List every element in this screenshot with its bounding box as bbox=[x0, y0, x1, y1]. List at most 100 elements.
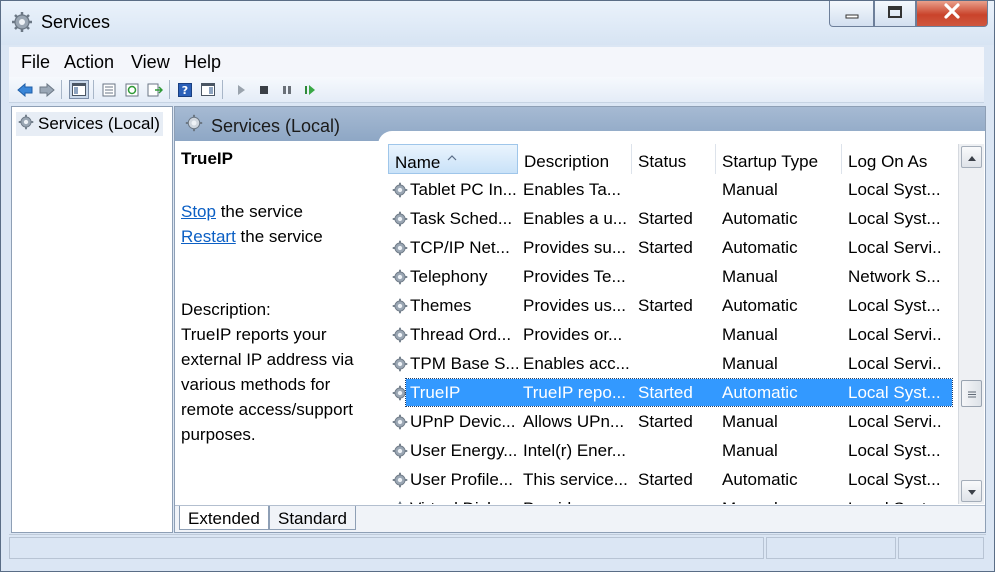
help-icon[interactable]: ? bbox=[175, 80, 195, 99]
service-description-cell: TrueIP repo... bbox=[523, 383, 626, 402]
service-startup-type-cell: Automatic bbox=[722, 296, 798, 315]
status-bar bbox=[9, 534, 986, 562]
properties-icon[interactable] bbox=[99, 80, 119, 99]
service-startup-type-cell: Automatic bbox=[722, 238, 798, 257]
tab-extended[interactable]: Extended bbox=[179, 506, 269, 530]
scroll-down-button[interactable] bbox=[961, 480, 982, 502]
title-bar[interactable]: Services bbox=[1, 1, 994, 45]
service-startup-type-cell: Automatic bbox=[722, 209, 798, 228]
table-row[interactable]: Task Sched... Enables a u... Started Automa… bbox=[388, 205, 955, 234]
close-icon bbox=[943, 3, 961, 24]
toolbar: ? bbox=[9, 77, 984, 103]
table-row[interactable]: User Profile... This service... Started Aut… bbox=[388, 466, 955, 495]
back-arrow-icon[interactable] bbox=[15, 80, 35, 99]
tab-standard[interactable]: Standard bbox=[269, 506, 356, 530]
stop-link-suffix: the service bbox=[215, 202, 303, 221]
table-row[interactable]: Virtual Disk Provides m... Manual Local Sys… bbox=[388, 495, 955, 504]
grip-icon bbox=[967, 384, 977, 404]
service-log-on-as-cell: Local Servi... bbox=[848, 325, 943, 344]
pane-title: Services (Local) bbox=[211, 116, 341, 136]
service-startup-type-cell: Manual bbox=[722, 499, 842, 504]
export-list-icon[interactable] bbox=[145, 80, 165, 99]
console-tree-pane: Services (Local) bbox=[11, 106, 173, 533]
service-status-cell: Started bbox=[638, 470, 693, 489]
restart-service-link[interactable]: Restart bbox=[181, 227, 236, 246]
scroll-up-button[interactable] bbox=[961, 146, 982, 168]
service-log-on-as-cell: Local Syst... bbox=[848, 383, 941, 402]
status-segment bbox=[9, 537, 764, 559]
service-description-cell: Intel(r) Ener... bbox=[523, 441, 626, 460]
close-button[interactable] bbox=[916, 1, 988, 27]
pause-service-icon[interactable] bbox=[277, 80, 297, 99]
toolbar-separator bbox=[169, 80, 170, 99]
table-row[interactable]: TCP/IP Net... Provides su... Started Automa… bbox=[388, 234, 955, 263]
vertical-scrollbar[interactable] bbox=[958, 144, 984, 504]
service-description-cell: Enables acc... bbox=[523, 354, 630, 373]
chevron-up-icon bbox=[967, 147, 977, 167]
service-log-on-as-cell: Local Syst... bbox=[848, 296, 941, 315]
service-startup-type-cell: Manual bbox=[722, 412, 778, 431]
service-name-cell: Virtual Disk bbox=[410, 499, 518, 504]
menu-help[interactable]: Help bbox=[184, 52, 221, 73]
show-hide-action-pane-icon[interactable] bbox=[198, 80, 218, 99]
service-log-on-as-cell: Local Syst... bbox=[848, 499, 943, 504]
service-name-cell: Thread Ord... bbox=[410, 325, 512, 344]
show-hide-console-tree-icon[interactable] bbox=[69, 80, 89, 99]
service-name-cell: User Profile... bbox=[410, 470, 513, 489]
service-description-cell: Provides Te... bbox=[523, 267, 626, 286]
toolbar-separator bbox=[93, 80, 94, 99]
menu-file[interactable]: File bbox=[21, 52, 50, 73]
services-gear-icon bbox=[185, 114, 203, 137]
service-name-cell: UPnP Devic... bbox=[410, 412, 516, 431]
start-service-icon[interactable] bbox=[231, 80, 251, 99]
service-startup-type-cell: Manual bbox=[722, 325, 778, 344]
table-row[interactable]: TPM Base S... Enables acc... Manual Local S… bbox=[388, 350, 955, 379]
chevron-down-icon bbox=[967, 481, 977, 501]
service-actions: Stop the service Restart the service bbox=[181, 199, 381, 249]
service-description: Description: TrueIP reports your externa… bbox=[181, 297, 381, 447]
service-description-cell: Enables a u... bbox=[523, 209, 627, 228]
service-description-cell: Provides su... bbox=[523, 238, 626, 257]
column-header-label: Description bbox=[524, 152, 610, 171]
column-header-status[interactable]: Status bbox=[632, 144, 716, 174]
selected-service-name: TrueIP bbox=[181, 149, 233, 168]
forward-arrow-icon[interactable] bbox=[37, 80, 57, 99]
column-header-name[interactable]: Name bbox=[388, 144, 518, 174]
service-description-cell: Enables Ta... bbox=[523, 180, 621, 199]
view-tabs: Extended Standard bbox=[175, 505, 985, 532]
service-startup-type-cell: Manual bbox=[722, 267, 778, 286]
scroll-thumb[interactable] bbox=[961, 380, 982, 407]
table-row[interactable]: User Energy... Intel(r) Ener... Manual Loca… bbox=[388, 437, 955, 466]
refresh-icon[interactable] bbox=[122, 80, 142, 99]
column-header-label: Name bbox=[395, 153, 441, 172]
menu-view[interactable]: View bbox=[131, 52, 170, 73]
service-description-cell: This service... bbox=[523, 470, 628, 489]
table-row[interactable]: Tablet PC In... Enables Ta... Manual Local … bbox=[388, 176, 955, 205]
services-list: Name Description Status Startup Type Log… bbox=[388, 144, 955, 504]
service-description-cell: Provides or... bbox=[523, 325, 623, 344]
stop-service-icon[interactable] bbox=[254, 80, 274, 99]
tree-item-services-local[interactable]: Services (Local) bbox=[16, 112, 163, 136]
minimize-button[interactable] bbox=[829, 1, 874, 27]
service-status-cell: Started bbox=[638, 383, 693, 402]
menu-action[interactable]: Action bbox=[64, 52, 114, 73]
service-log-on-as-cell: Local Syst... bbox=[848, 180, 941, 199]
table-row[interactable]: Thread Ord... Provides or... Manual Local S… bbox=[388, 321, 955, 350]
column-header-description[interactable]: Description bbox=[518, 144, 632, 174]
service-log-on-as-cell: Local Servi... bbox=[848, 412, 943, 431]
stop-service-link[interactable]: Stop bbox=[181, 202, 216, 221]
toolbar-separator bbox=[61, 80, 62, 99]
service-status-cell: Started bbox=[638, 209, 693, 228]
table-row[interactable]: Themes Provides us... Started Automatic Loca… bbox=[388, 292, 955, 321]
status-segment bbox=[898, 537, 984, 559]
table-row[interactable]: Telephony Provides Te... Manual Network S..… bbox=[388, 263, 955, 292]
table-row[interactable]: TrueIP TrueIP repo... Started Automatic Loca… bbox=[388, 378, 955, 408]
restart-service-icon[interactable] bbox=[300, 80, 320, 99]
service-startup-type-cell: Manual bbox=[722, 180, 778, 199]
column-header-log-on-as[interactable]: Log On As bbox=[842, 144, 955, 174]
service-name-cell: TPM Base S... bbox=[410, 354, 518, 373]
maximize-button[interactable] bbox=[874, 1, 916, 27]
table-row[interactable]: UPnP Devic... Allows UPn... Started Manual L… bbox=[388, 408, 955, 437]
service-description-cell: Allows UPn... bbox=[523, 412, 625, 431]
column-header-startup-type[interactable]: Startup Type bbox=[716, 144, 842, 174]
